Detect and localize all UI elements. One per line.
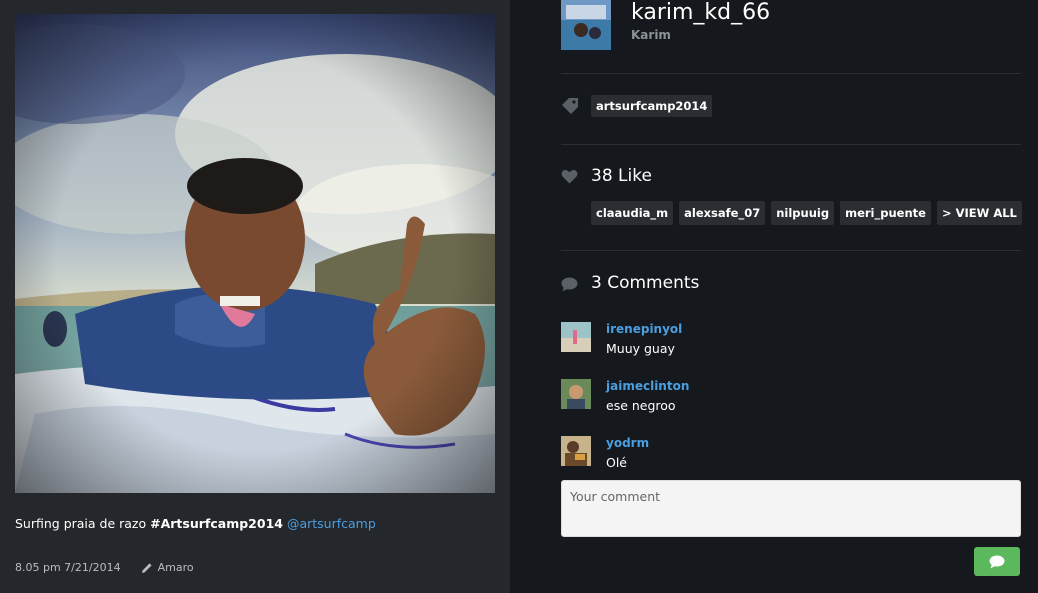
avatar[interactable] <box>561 0 611 50</box>
username[interactable]: karim_kd_66 <box>631 0 770 26</box>
caption-text: Surfing praia de razo <box>15 516 151 531</box>
speech-bubble-icon <box>989 555 1005 568</box>
post-caption: Surfing praia de razo #Artsurfcamp2014 @… <box>15 516 376 531</box>
comment-author[interactable]: jaimeclinton <box>606 379 689 393</box>
comment-body: jaimeclinton ese negroo <box>606 379 689 413</box>
comment-item: yodrm Olé <box>561 436 649 470</box>
comment-author[interactable]: yodrm <box>606 436 649 450</box>
caption-mention[interactable]: @artsurfcamp <box>287 516 376 531</box>
pencil-icon <box>141 562 152 573</box>
avatar[interactable] <box>561 436 591 466</box>
commenter-avatar-image <box>561 379 591 409</box>
likes-count: 38 Like <box>591 166 652 186</box>
avatar[interactable] <box>561 322 591 352</box>
comment-text: ese negroo <box>606 398 676 413</box>
comment-author[interactable]: irenepinyol <box>606 322 682 336</box>
post-meta: 8.05 pm 7/21/2014 Amaro <box>15 561 194 574</box>
avatar[interactable] <box>561 379 591 409</box>
post-timestamp: 8.05 pm 7/21/2014 <box>15 561 121 574</box>
comment-body: irenepinyol Muuy guay <box>606 322 682 356</box>
comments-count: 3 Comments <box>591 273 700 293</box>
commenter-avatar-image <box>561 322 591 352</box>
liker-pill[interactable]: alexsafe_07 <box>679 201 766 225</box>
surfer-photo-image <box>15 14 495 493</box>
heart-icon <box>561 169 578 188</box>
liker-pill[interactable]: claaudia_m <box>591 201 674 225</box>
user-header: karim_kd_66 Karim <box>561 0 770 50</box>
instagram-post-viewer: Surfing praia de razo #Artsurfcamp2014 @… <box>0 0 1038 593</box>
details-panel: karim_kd_66 Karim artsurfcamp2014 38 Lik… <box>510 0 1038 593</box>
divider <box>561 144 1021 145</box>
comment-text: Olé <box>606 455 628 470</box>
speech-bubble-icon <box>561 277 578 296</box>
user-info: karim_kd_66 Karim <box>631 0 770 50</box>
likers-list: claaudia_m alexsafe_07 nilpuuig meri_pue… <box>591 201 1022 225</box>
avatar-image <box>561 0 611 50</box>
submit-comment-button[interactable] <box>974 547 1020 576</box>
post-filter: Amaro <box>141 561 194 574</box>
caption-hashtag[interactable]: #Artsurfcamp2014 <box>150 516 283 531</box>
tag-icon <box>561 98 579 118</box>
view-all-likes-button[interactable]: > VIEW ALL <box>936 201 1022 225</box>
commenter-avatar-image <box>561 436 591 466</box>
comment-item: irenepinyol Muuy guay <box>561 322 682 356</box>
filter-name: Amaro <box>157 561 194 574</box>
comment-body: yodrm Olé <box>606 436 649 470</box>
comment-item: jaimeclinton ese negroo <box>561 379 689 413</box>
divider <box>561 250 1021 251</box>
liker-pill[interactable]: nilpuuig <box>771 201 835 225</box>
comment-text: Muuy guay <box>606 341 675 356</box>
liker-pill[interactable]: meri_puente <box>840 201 931 225</box>
comment-input[interactable] <box>561 480 1021 537</box>
tag-pill[interactable]: artsurfcamp2014 <box>591 95 713 117</box>
post-photo[interactable] <box>15 14 495 493</box>
full-name: Karim <box>631 28 671 42</box>
photo-panel: Surfing praia de razo #Artsurfcamp2014 @… <box>0 0 510 593</box>
divider <box>561 73 1021 74</box>
